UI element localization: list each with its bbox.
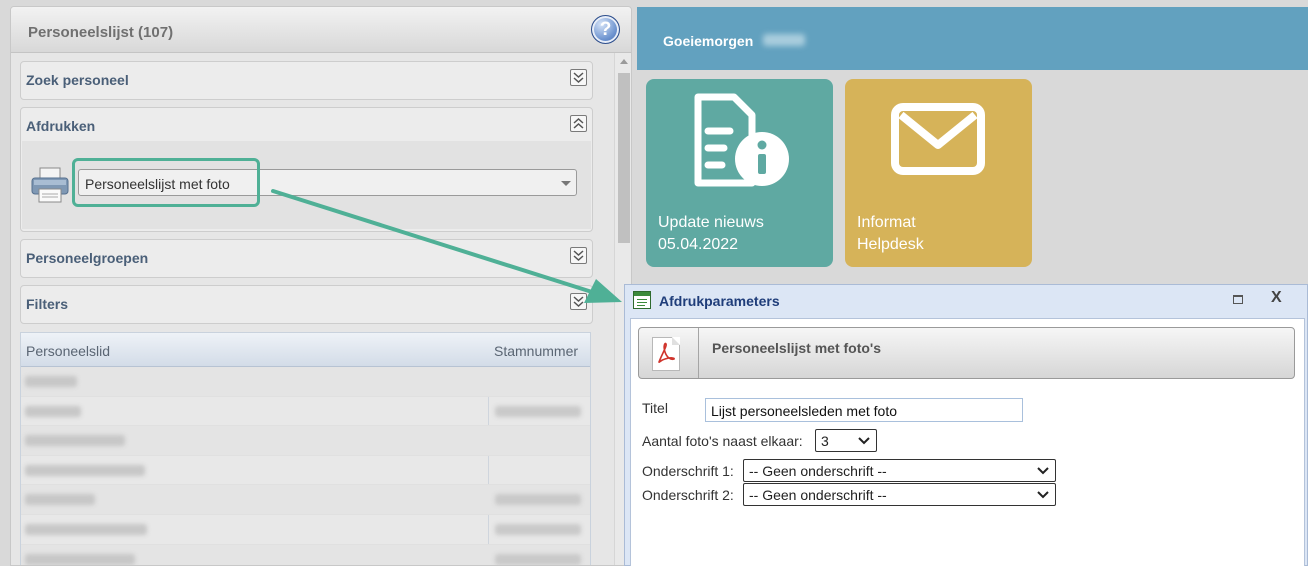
blurred-name <box>25 523 147 535</box>
table-row[interactable] <box>21 426 590 456</box>
section-title-filters: Filters <box>26 296 69 312</box>
onderschrift2-value: -- Geen onderschrift -- <box>749 487 887 503</box>
titel-input[interactable]: Lijst personeelsleden met foto <box>705 398 1023 422</box>
maximize-icon[interactable] <box>1233 295 1243 304</box>
dialog-title: Afdrukparameters <box>659 293 780 309</box>
onderschrift1-select[interactable]: -- Geen onderschrift -- <box>743 459 1056 482</box>
table-row[interactable] <box>21 544 590 565</box>
table-row[interactable] <box>21 485 590 515</box>
expand-icon[interactable] <box>570 247 587 264</box>
header-divider <box>698 328 699 378</box>
aantal-fotos-label: Aantal foto's naast elkaar: <box>642 433 803 449</box>
blurred-name <box>25 553 135 565</box>
tile-text: Update nieuws 05.04.2022 <box>658 212 764 256</box>
section-title-groepen: Personeelgroepen <box>26 250 149 266</box>
blurred-name <box>25 435 125 447</box>
blurred-number <box>495 523 581 535</box>
personeelslijst-panel: Personeelslijst (107) ? Zoek personeel A… <box>10 6 632 566</box>
expand-icon[interactable] <box>570 69 587 86</box>
chevron-down-icon <box>1037 467 1049 475</box>
blurred-number <box>495 405 581 417</box>
aantal-fotos-value: 3 <box>821 433 829 449</box>
tile-helpdesk[interactable]: Informat Helpdesk <box>845 79 1032 267</box>
table-row[interactable] <box>21 456 590 486</box>
highlight-box <box>72 158 260 207</box>
scroll-thumb[interactable] <box>618 73 630 243</box>
onderschrift1-value: -- Geen onderschrift -- <box>749 463 887 479</box>
personeel-table: Personeelslid Stamnummer <box>20 332 591 565</box>
tile-update-nieuws[interactable]: Update nieuws 05.04.2022 <box>646 79 833 267</box>
report-header: Personeelslijst met foto's <box>638 327 1295 379</box>
section-filters[interactable]: Filters <box>20 285 593 324</box>
blurred-number <box>495 494 581 506</box>
dialog-form-icon <box>633 291 651 309</box>
column-header-stamnummer[interactable]: Stamnummer <box>494 343 578 359</box>
report-title: Personeelslijst met foto's <box>712 340 882 356</box>
scroll-up-icon[interactable] <box>620 59 628 64</box>
blurred-name <box>25 405 81 417</box>
printer-icon[interactable] <box>30 165 70 205</box>
chevron-down-icon <box>1037 491 1049 499</box>
blurred-name <box>25 376 77 387</box>
section-personeelgroepen[interactable]: Personeelgroepen <box>20 239 593 278</box>
tile-text: Informat Helpdesk <box>857 212 924 256</box>
tile-title: Informat <box>857 214 916 231</box>
blurred-username <box>763 34 805 46</box>
column-header-personeelslid[interactable]: Personeelslid <box>26 343 110 359</box>
afdrukparameters-dialog: Afdrukparameters X Personeelslijst met f… <box>624 284 1308 566</box>
pdf-icon <box>652 337 680 371</box>
tile-subtitle: Helpdesk <box>857 236 924 253</box>
table-row[interactable] <box>21 397 590 427</box>
greeting-text: Goeiemorgen <box>663 33 754 49</box>
titel-label: Titel <box>642 400 668 416</box>
tile-date: 05.04.2022 <box>658 236 739 253</box>
table-row[interactable] <box>21 515 590 545</box>
section-title-afdrukken: Afdrukken <box>26 118 96 134</box>
onderschrift2-select[interactable]: -- Geen onderschrift -- <box>743 483 1056 506</box>
panel-title: Personeelslijst (107) <box>28 24 174 41</box>
chevron-down-icon <box>858 437 870 445</box>
aantal-fotos-select[interactable]: 3 <box>815 429 877 452</box>
dialog-content: Personeelslijst met foto's Titel Lijst p… <box>630 318 1305 566</box>
help-icon[interactable]: ? <box>591 15 620 44</box>
onderschrift2-label: Onderschrift 2: <box>642 487 734 503</box>
panel-header: Personeelslijst (107) ? <box>11 7 631 53</box>
blurred-number <box>495 553 581 565</box>
expand-icon[interactable] <box>570 293 587 310</box>
close-icon[interactable]: X <box>1271 289 1282 307</box>
table-body <box>21 367 590 565</box>
onderschrift1-label: Onderschrift 1: <box>642 463 734 479</box>
table-header: Personeelslid Stamnummer <box>21 333 590 367</box>
chevron-down-icon <box>561 181 571 186</box>
dialog-titlebar[interactable]: Afdrukparameters X <box>625 285 1307 315</box>
document-info-icon <box>694 93 789 187</box>
blurred-name <box>25 494 95 506</box>
table-row[interactable] <box>21 367 590 397</box>
section-title-zoek: Zoek personeel <box>26 72 129 88</box>
section-zoek-personeel[interactable]: Zoek personeel <box>20 61 593 100</box>
tile-title: Update nieuws <box>658 214 764 231</box>
blurred-name <box>25 464 145 476</box>
collapse-icon[interactable] <box>570 115 587 132</box>
envelope-icon <box>891 103 985 175</box>
greeting-banner: Goeiemorgen <box>637 7 1308 70</box>
